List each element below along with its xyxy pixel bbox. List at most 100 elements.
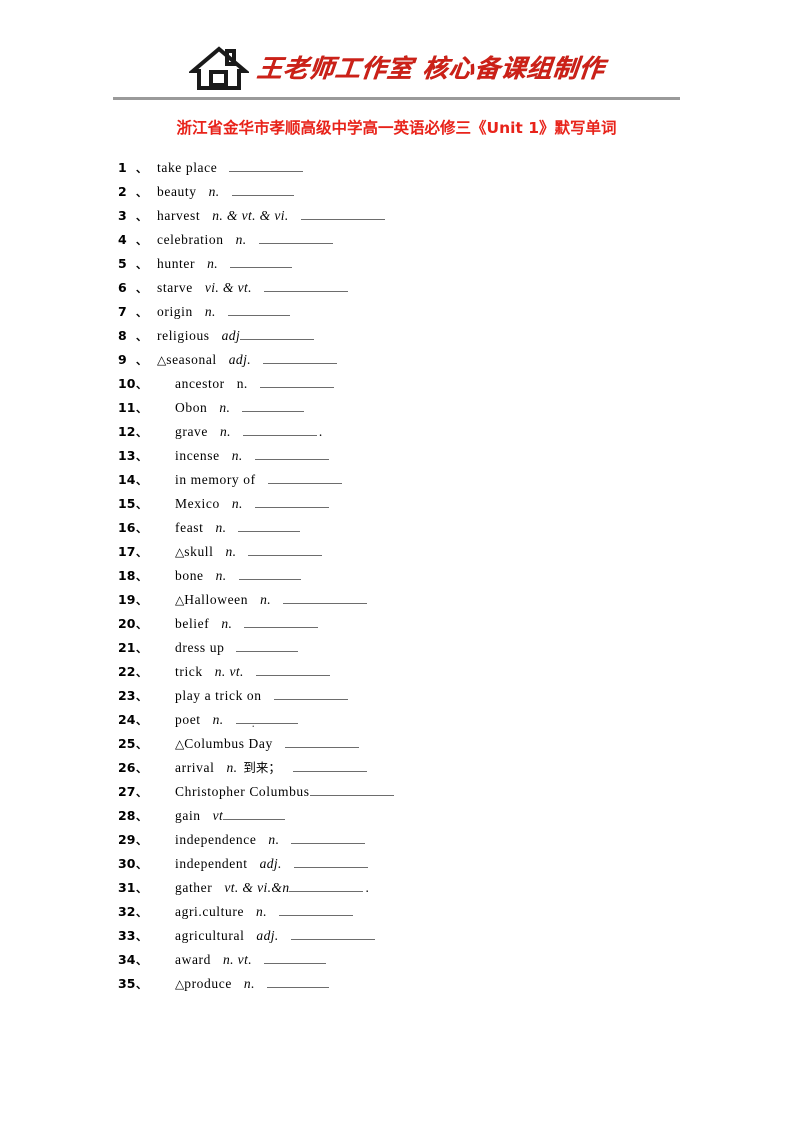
brand-text: 王老师工作室 核心备课组制作: [255, 53, 606, 83]
item-number-separator: 、: [136, 978, 147, 991]
vocabulary-term: award: [175, 952, 211, 967]
part-of-speech: n.: [236, 376, 248, 391]
answer-blank[interactable]: [290, 926, 375, 940]
vocabulary-item: 9 、 △ seasonal adj.: [118, 348, 718, 372]
answer-blank[interactable]: [283, 590, 368, 604]
item-number-separator: 、: [136, 714, 147, 727]
answer-blank[interactable]: [278, 902, 353, 916]
answer-blank[interactable]: [293, 854, 368, 868]
item-number-separator: 、: [136, 858, 147, 871]
answer-blank[interactable]: [244, 614, 319, 628]
vocabulary-term: arrival: [175, 760, 215, 775]
answer-blank[interactable]: [255, 662, 330, 676]
part-of-speech: n.: [231, 448, 243, 463]
item-number: 26: [118, 760, 136, 775]
vocabulary-item: 17、 △ skull n.: [118, 540, 718, 564]
item-number: 4: [118, 232, 127, 247]
vocabulary-term: independence: [175, 832, 257, 847]
part-of-speech: n.: [219, 424, 231, 439]
item-number-separator: 、: [136, 354, 147, 367]
vocabulary-item: 16、 feast n.: [118, 516, 718, 540]
vocabulary-item: 6 、 starve vi. & vt.: [118, 276, 718, 300]
triangle-marker-icon: △: [157, 353, 167, 367]
item-number-separator: 、: [136, 282, 147, 295]
item-number: 14: [118, 472, 136, 487]
answer-blank[interactable]: [284, 734, 359, 748]
part-of-speech: n.: [268, 832, 280, 847]
answer-blank[interactable]: [248, 542, 323, 556]
item-number: 21: [118, 640, 136, 655]
answer-blank[interactable]: [259, 374, 334, 388]
answer-blank[interactable]: [300, 206, 385, 220]
vocabulary-item: 2 、 beauty n.: [118, 180, 718, 204]
item-number: 15: [118, 496, 136, 511]
answer-blank[interactable]: [227, 302, 290, 316]
vocabulary-item: 32、 agri.culture n.: [118, 900, 718, 924]
part-of-speech: n.: [204, 304, 216, 319]
answer-blank[interactable]: [254, 446, 329, 460]
answer-blank[interactable]: [230, 254, 293, 268]
answer-blank[interactable]: [223, 806, 286, 820]
vocabulary-term: ancestor: [175, 376, 225, 391]
vocabulary-list: 1 、 take place 2 、 beauty n. 3 、 harvest n. & vt. …: [118, 156, 718, 996]
vocabulary-item: 26、 arrival n. 到来；: [118, 756, 718, 780]
answer-blank[interactable]: [240, 326, 315, 340]
vocabulary-item: 10、 ancestor n.: [118, 372, 718, 396]
answer-blank[interactable]: [264, 950, 327, 964]
item-number-separator: 、: [136, 330, 147, 343]
item-number: 1: [118, 160, 127, 175]
item-number-separator: 、: [136, 426, 147, 439]
item-number: 2: [118, 184, 127, 199]
answer-blank[interactable]: [238, 566, 301, 580]
vocabulary-term: take place: [157, 160, 218, 175]
answer-blank[interactable]: [236, 638, 299, 652]
item-number: 17: [118, 544, 136, 559]
item-number-separator: 、: [136, 258, 147, 271]
item-number: 22: [118, 664, 136, 679]
house-icon: [188, 46, 249, 90]
page-title: 浙江省金华市孝顺高级中学高一英语必修三《Unit 1》默写单词: [176, 119, 617, 137]
part-of-speech: n.: [219, 400, 231, 415]
part-of-speech: n.: [207, 256, 219, 271]
vocabulary-item: 22、 trick n. vt.: [118, 660, 718, 684]
part-of-speech: n.: [208, 184, 220, 199]
answer-blank[interactable]: [292, 758, 367, 772]
answer-blank[interactable]: [254, 494, 329, 508]
vocabulary-term: Obon: [175, 400, 208, 415]
vocabulary-item: 25、 △ Columbus Day: [118, 732, 718, 756]
vocabulary-term: produce: [184, 976, 232, 991]
item-number: 27: [118, 784, 136, 799]
part-of-speech: n.: [221, 616, 233, 631]
item-number: 34: [118, 952, 136, 967]
item-number: 20: [118, 616, 136, 631]
vocabulary-item: 3 、 harvest n. & vt. & vi.: [118, 204, 718, 228]
answer-blank[interactable]: [273, 686, 348, 700]
answer-blank[interactable]: [242, 398, 305, 412]
answer-blank[interactable]: [309, 782, 394, 796]
answer-blank[interactable]: [266, 974, 329, 988]
answer-blank[interactable]: [267, 470, 342, 484]
vocabulary-term: hunter: [157, 256, 196, 271]
item-number-separator: 、: [136, 498, 147, 511]
part-of-speech: n.: [226, 760, 238, 775]
answer-blank[interactable]: [242, 422, 317, 436]
vocabulary-item: 34、 award n. vt.: [118, 948, 718, 972]
item-number-separator: 、: [136, 690, 147, 703]
vocabulary-term: origin: [157, 304, 193, 319]
answer-blank[interactable]: .: [235, 710, 298, 729]
answer-blank[interactable]: [291, 830, 366, 844]
answer-blank[interactable]: [231, 182, 294, 196]
vocabulary-term: incense: [175, 448, 220, 463]
answer-blank[interactable]: [263, 278, 348, 292]
vocabulary-term: seasonal: [166, 352, 217, 367]
vocabulary-item: 19、 △ Halloween n.: [118, 588, 718, 612]
vocabulary-term: independent: [175, 856, 248, 871]
vocabulary-term: grave: [175, 424, 208, 439]
answer-blank[interactable]: [229, 158, 304, 172]
answer-blank[interactable]: [263, 350, 338, 364]
answer-blank[interactable]: [289, 878, 364, 892]
answer-blank[interactable]: [258, 230, 333, 244]
vocabulary-item: 14、 in memory of: [118, 468, 718, 492]
answer-blank[interactable]: [238, 518, 301, 532]
vocabulary-item: 33、 agricultural adj.: [118, 924, 718, 948]
